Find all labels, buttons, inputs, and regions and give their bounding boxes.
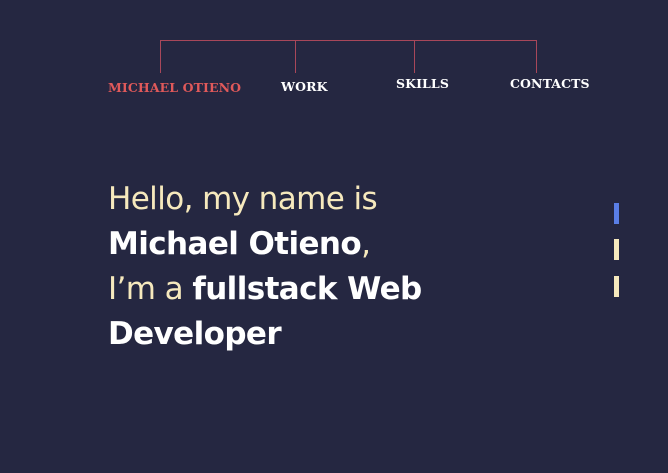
slide-indicators [614, 203, 620, 299]
nav-connector-strokes [160, 40, 537, 73]
hero-name: Michael Otieno [108, 226, 362, 262]
nav-work-link[interactable]: WORK [281, 80, 328, 94]
hero-role-line2: Developer [108, 316, 282, 352]
hero-im-a: I’m a [108, 271, 193, 307]
hero-comma: , [361, 226, 371, 262]
page: MICHAEL OTIENO WORK SKILLS CONTACTS Hell… [0, 0, 668, 473]
hero-role-line1: fullstack Web [192, 271, 422, 307]
nav-connector-top [160, 40, 537, 73]
slide-indicator-3[interactable] [614, 276, 619, 297]
hero-greeting: Hello, my name is [108, 181, 378, 217]
nav-connector-lines [160, 40, 537, 73]
nav-contacts-link[interactable]: CONTACTS [510, 77, 590, 91]
hero-heading: Hello, my name is Michael Otieno, I’m a … [108, 177, 422, 357]
slide-indicator-2[interactable] [614, 239, 619, 260]
nav-brand-link[interactable]: MICHAEL OTIENO [108, 81, 241, 95]
slide-indicator-1[interactable] [614, 203, 619, 224]
nav-skills-link[interactable]: SKILLS [396, 77, 449, 91]
